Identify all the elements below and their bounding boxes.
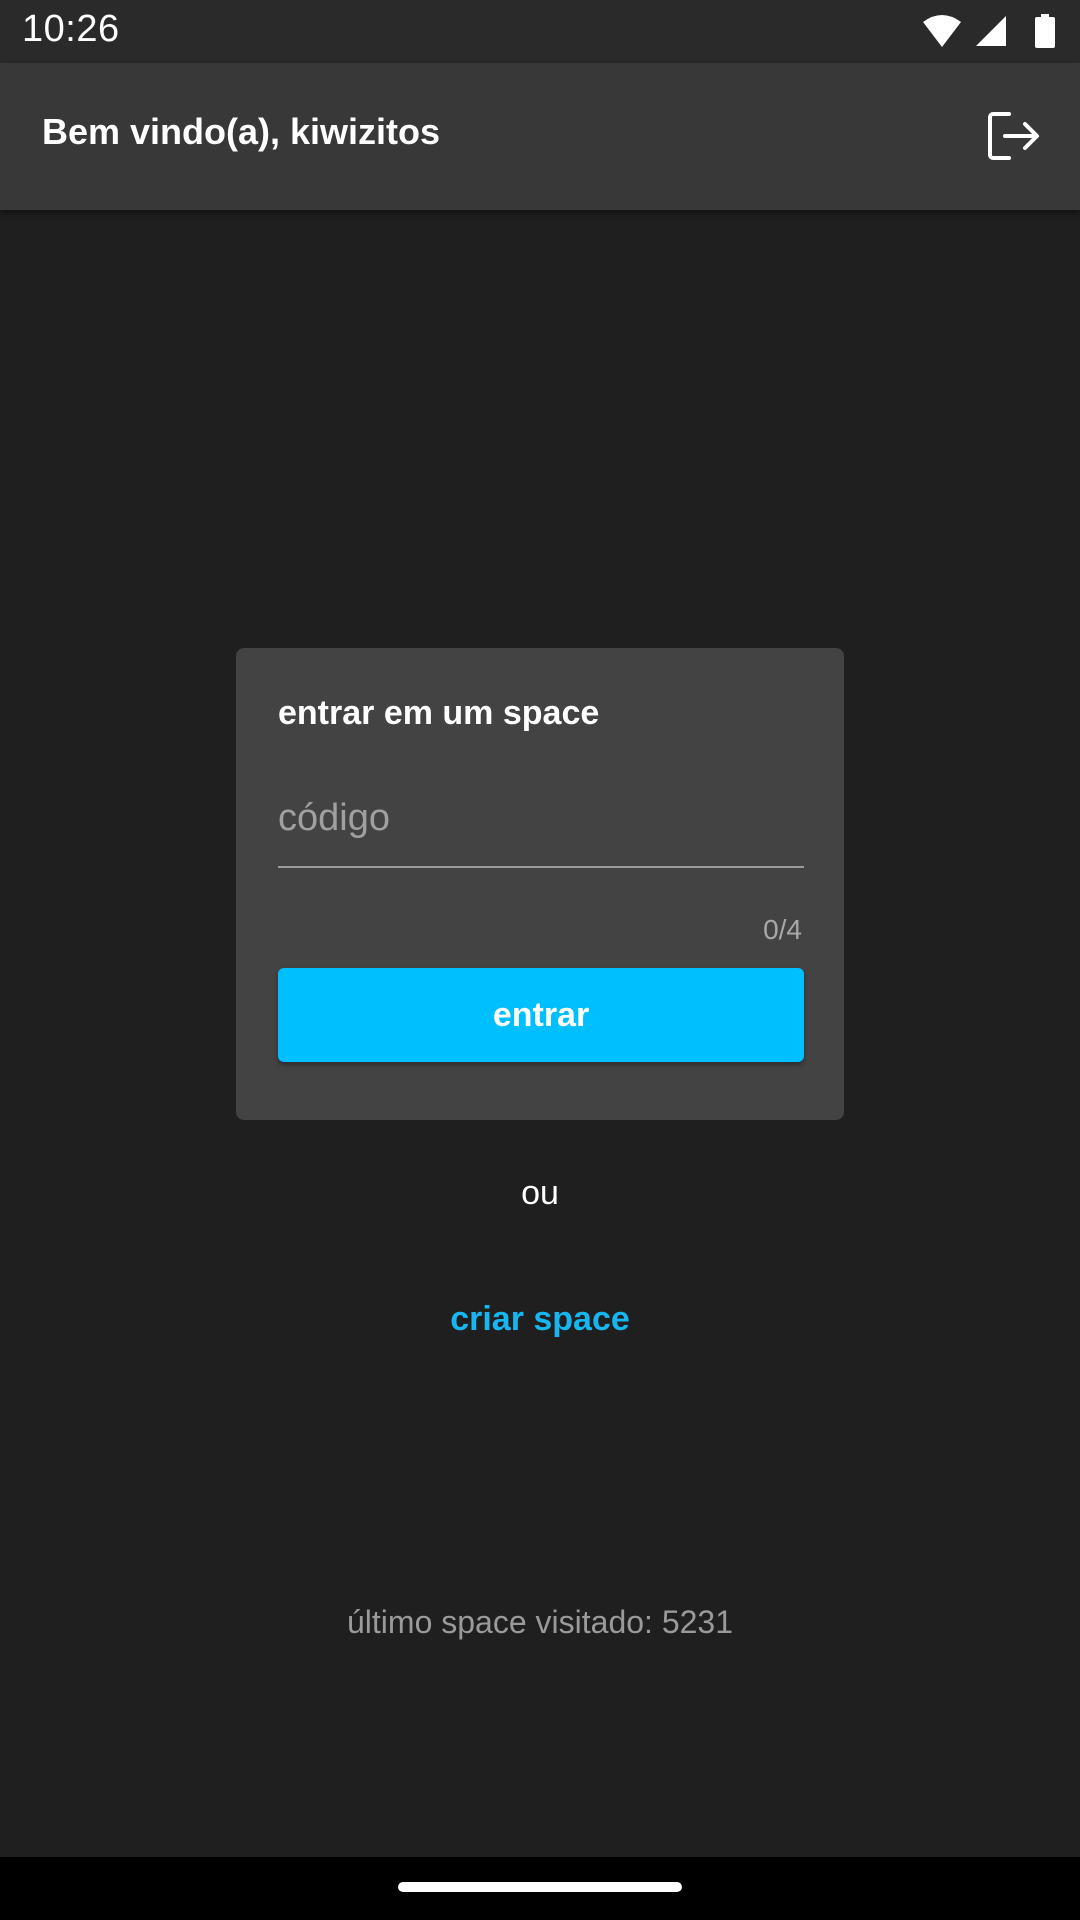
join-space-card: entrar em um space 0/4 entrar (236, 648, 844, 1120)
last-visited-space: último space visitado: 5231 (347, 1604, 733, 1640)
wifi-icon (923, 15, 961, 47)
home-indicator[interactable] (398, 1882, 682, 1892)
or-separator: ou (521, 1174, 559, 1212)
logout-icon (988, 112, 1039, 160)
cellular-signal-icon (976, 16, 1006, 46)
card-title: entrar em um space (278, 694, 600, 732)
code-input[interactable] (278, 788, 804, 868)
status-bar: 10:26 (0, 0, 1080, 63)
app-title: Bem vindo(a), kiwizitos (42, 111, 441, 152)
create-space-button[interactable]: criar space (0, 1300, 1080, 1339)
app-bar: Bem vindo(a), kiwizitos (0, 63, 1080, 210)
screen: 10:26 Bem vindo(a), kiwizitos entrar em (0, 0, 1080, 1920)
char-counter: 0/4 (763, 914, 802, 945)
enter-button[interactable]: entrar (278, 968, 804, 1062)
logout-button[interactable] (980, 103, 1046, 169)
status-time: 10:26 (22, 8, 120, 50)
battery-icon (1035, 14, 1055, 48)
navigation-bar (0, 1857, 1080, 1920)
